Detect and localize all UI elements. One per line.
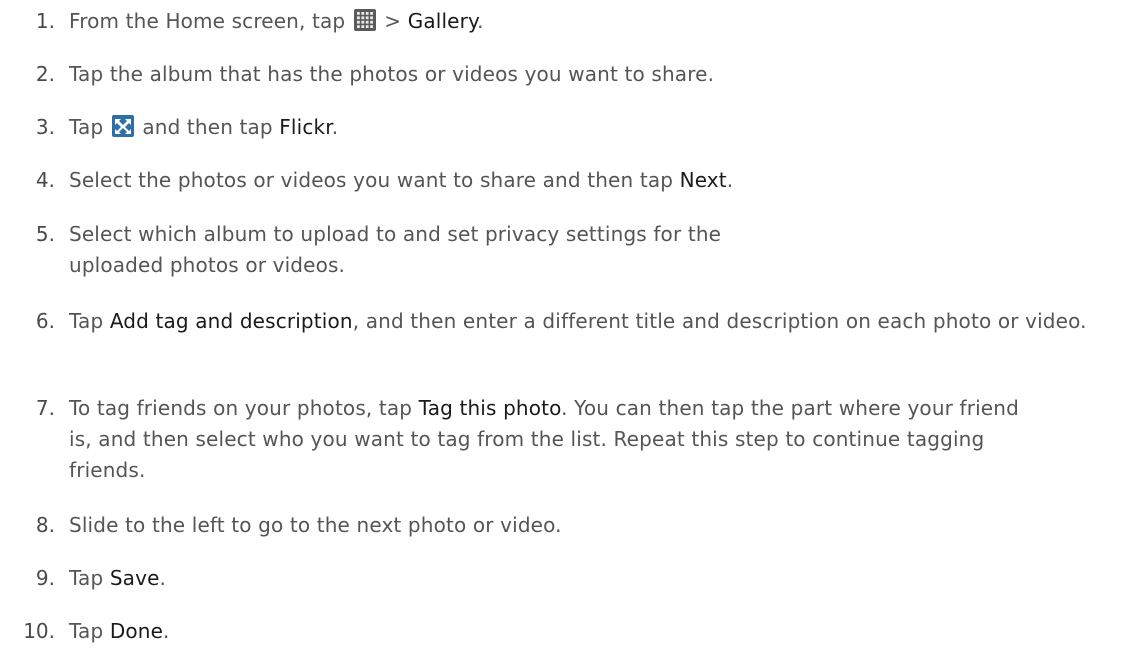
step-text-fragment: . [163, 619, 170, 643]
step-number: 6. [35, 309, 55, 333]
step-text-fragment: . [477, 9, 484, 33]
step-text: Tap the album that has the photos or vid… [69, 59, 1119, 90]
step-text: Select which album to upload to and set … [69, 219, 729, 281]
step-text-fragment: Tap [69, 115, 110, 139]
step-number: 3. [35, 115, 55, 139]
share-icon [110, 115, 136, 139]
step-number: 10. [23, 619, 55, 643]
step-number: 9. [35, 566, 55, 590]
step-text-fragment: Slide to the left to go to the next phot… [69, 513, 562, 537]
step-text-fragment: Tap the album that has the photos or vid… [69, 62, 715, 86]
step-number: 7. [35, 396, 55, 420]
step-number: 4. [35, 168, 55, 192]
step-text-fragment: From the Home screen, tap [69, 9, 352, 33]
step-text-fragment: Select which album to upload to and set … [69, 222, 722, 277]
ui-term: Done [109, 619, 164, 643]
step-number: 1. [35, 9, 55, 33]
ui-term: Next [679, 168, 727, 192]
step-text-fragment: Select the photos or videos you want to … [69, 168, 680, 192]
step-text-fragment: Tap [69, 566, 110, 590]
step-text-fragment: and then tap [135, 115, 280, 139]
step-text-fragment: To tag friends on your photos, tap [69, 396, 419, 420]
ui-term: Tag this photo [418, 396, 562, 420]
step-text: Slide to the left to go to the next phot… [69, 510, 1119, 541]
step-text: Tap Save. [69, 563, 1119, 594]
step-text: From the Home screen, tap > Gallery. [69, 6, 1119, 37]
step-text-fragment: > [377, 9, 408, 33]
ui-term: Flickr [279, 115, 332, 139]
step-text-fragment: , and then enter a different title and d… [352, 309, 1087, 333]
step-text: Tap and then tap Flickr. [69, 112, 1119, 143]
apps-grid-icon [352, 9, 378, 33]
step-text-fragment: . [331, 115, 339, 139]
step-text: Tap Add tag and description, and then en… [69, 306, 1119, 337]
ui-term: Save [109, 566, 160, 590]
step-text-fragment: Tap [69, 309, 110, 333]
ui-term: Add tag and description [109, 309, 353, 333]
step-text: To tag friends on your photos, tap Tag t… [69, 393, 1029, 486]
ui-term: Gallery [407, 9, 478, 33]
step-number: 8. [35, 513, 55, 537]
step-text-fragment: . [726, 168, 734, 192]
step-text: Select the photos or videos you want to … [69, 165, 1119, 196]
step-text: Tap Done. [69, 616, 1119, 647]
step-number: 5. [35, 222, 55, 246]
step-text-fragment: Tap [69, 619, 110, 643]
step-text-fragment: . [159, 566, 167, 590]
step-number: 2. [35, 62, 55, 86]
